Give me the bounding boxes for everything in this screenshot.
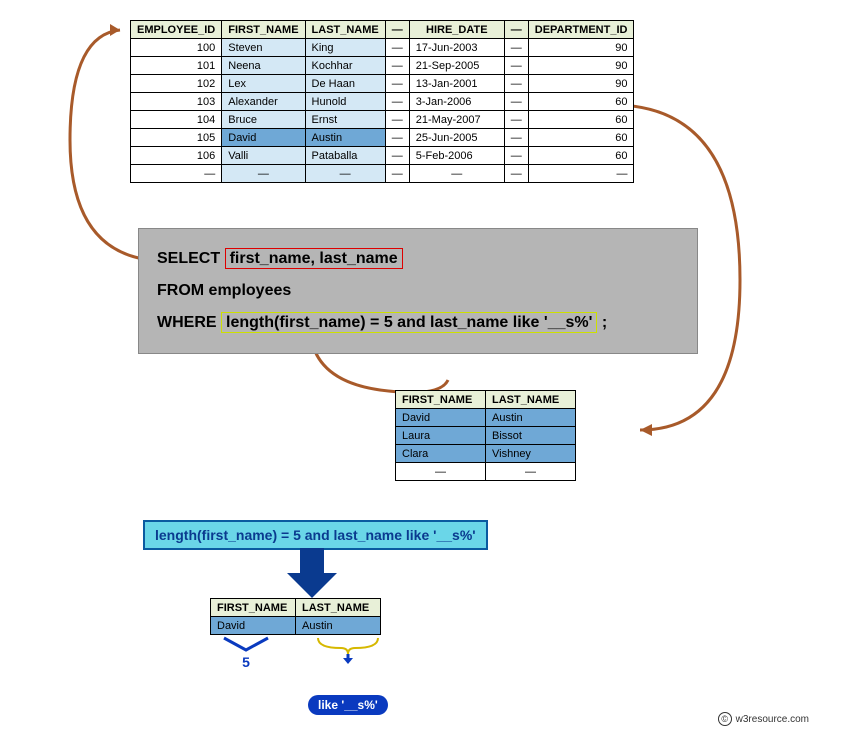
th-last-name: LAST_NAME bbox=[296, 599, 381, 617]
th-last-name: LAST_NAME bbox=[305, 21, 385, 39]
single-row-table: FIRST_NAME LAST_NAME David Austin bbox=[210, 598, 381, 635]
table-row: LauraBissot bbox=[396, 427, 576, 445]
table-row: David Austin bbox=[211, 617, 381, 635]
length-value: 5 bbox=[222, 654, 270, 670]
table-row: DavidAustin bbox=[396, 409, 576, 427]
sql-where-clause: length(first_name) = 5 and last_name lik… bbox=[221, 312, 597, 333]
employees-table: EMPLOYEE_ID FIRST_NAME LAST_NAME — HIRE_… bbox=[130, 20, 634, 183]
th-gap2: — bbox=[504, 21, 528, 39]
th-first-name: FIRST_NAME bbox=[211, 599, 296, 617]
th-first-name: FIRST_NAME bbox=[222, 21, 305, 39]
th-gap: — bbox=[385, 21, 409, 39]
sql-where-kw: WHERE bbox=[157, 314, 217, 331]
like-label: like '__s%' bbox=[308, 695, 388, 715]
table-row: 105DavidAustin—25-Jun-2005—60 bbox=[131, 129, 634, 147]
sql-select-cols: first_name, last_name bbox=[225, 248, 403, 269]
table-row-ellipsis: — — bbox=[396, 463, 576, 481]
th-hire-date: HIRE_DATE bbox=[409, 21, 504, 39]
th-employee-id: EMPLOYEE_ID bbox=[131, 21, 222, 39]
sql-semicolon: ; bbox=[602, 314, 607, 331]
sql-from: FROM employees bbox=[157, 275, 679, 307]
cell-first-name: David bbox=[211, 617, 296, 635]
table-row: 102LexDe Haan—13-Jan-2001—90 bbox=[131, 75, 634, 93]
th-first-name: FIRST_NAME bbox=[396, 391, 486, 409]
table-row: 103AlexanderHunold—3-Jan-2006—60 bbox=[131, 93, 634, 111]
filter-expression: length(first_name) = 5 and last_name lik… bbox=[143, 520, 488, 550]
sql-select-kw: SELECT bbox=[157, 250, 220, 267]
result-table: FIRST_NAME LAST_NAME DavidAustinLauraBis… bbox=[395, 390, 576, 481]
table-row: ClaraVishney bbox=[396, 445, 576, 463]
length-annotation: 5 bbox=[222, 636, 270, 670]
arrow-down-icon bbox=[282, 548, 342, 603]
table-row: 104BruceErnst—21-May-2007—60 bbox=[131, 111, 634, 129]
table-row: 106ValliPataballa—5-Feb-2006—60 bbox=[131, 147, 634, 165]
cell-last-name: Austin bbox=[296, 617, 381, 635]
sql-statement: SELECT first_name, last_name FROM employ… bbox=[138, 228, 698, 354]
copyright: w3resource.com bbox=[718, 712, 809, 726]
table-row: 101NeenaKochhar—21-Sep-2005—90 bbox=[131, 57, 634, 75]
table-row-ellipsis: — — — — — — — bbox=[131, 165, 634, 183]
th-dept-id: DEPARTMENT_ID bbox=[528, 21, 634, 39]
table-row: 100StevenKing—17-Jun-2003—90 bbox=[131, 39, 634, 57]
like-annotation: like '__s%' bbox=[308, 636, 388, 715]
th-last-name: LAST_NAME bbox=[486, 391, 576, 409]
